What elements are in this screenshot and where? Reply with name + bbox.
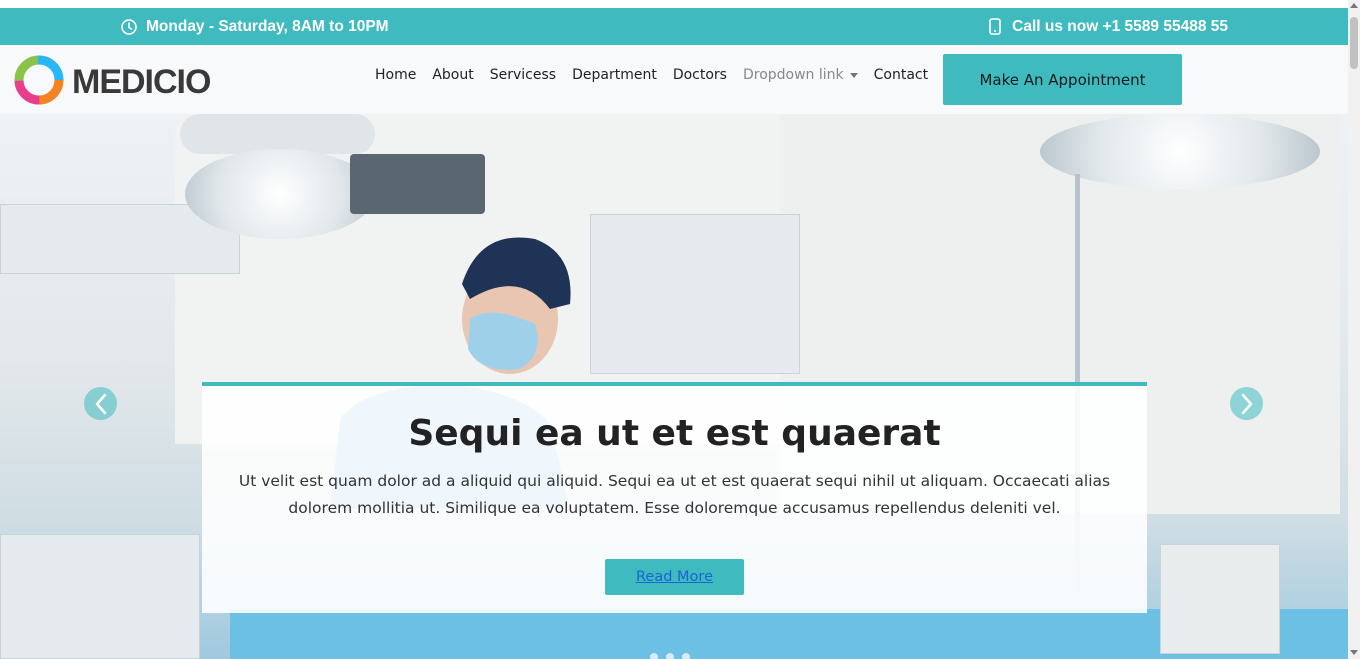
scroll-up-icon[interactable] bbox=[1350, 3, 1358, 8]
main-nav: Home About Servicess Department Doctors … bbox=[367, 45, 936, 105]
hero-bg-equipment bbox=[590, 214, 800, 374]
nav-department[interactable]: Department bbox=[564, 67, 665, 83]
opening-hours-text: Monday - Saturday, 8AM to 10PM bbox=[146, 17, 389, 35]
logo-text: MEDICIO bbox=[72, 63, 211, 101]
make-appointment-button[interactable]: Make An Appointment bbox=[943, 54, 1182, 105]
hero-text: Ut velit est quam dolor ad a aliquid qui… bbox=[238, 472, 1111, 517]
hero-bg-monitor bbox=[350, 154, 485, 214]
hero-title: Sequi ea ut et est quaerat bbox=[408, 413, 941, 454]
hero-bg-machine bbox=[0, 534, 200, 659]
logo-ring-icon bbox=[12, 53, 66, 112]
caret-down-icon bbox=[849, 72, 858, 78]
phone-icon bbox=[989, 18, 1001, 35]
scroll-down-icon[interactable] bbox=[1350, 650, 1358, 655]
page-scrollbar[interactable] bbox=[1348, 0, 1360, 659]
nav-home[interactable]: Home bbox=[367, 67, 424, 83]
read-more-button[interactable]: Read More bbox=[605, 559, 744, 595]
scrollbar-thumb[interactable] bbox=[1350, 17, 1358, 69]
nav-about[interactable]: About bbox=[424, 67, 481, 83]
nav-contact[interactable]: Contact bbox=[866, 67, 936, 83]
carousel-next-button[interactable] bbox=[1230, 387, 1263, 420]
chevron-left-icon bbox=[94, 393, 108, 415]
carousel-indicators bbox=[650, 653, 690, 659]
carousel-prev-button[interactable] bbox=[84, 387, 117, 420]
carousel-indicator[interactable] bbox=[666, 653, 674, 659]
hero-bg-waste-bin bbox=[1160, 544, 1280, 654]
hero-caption-box: Sequi ea ut et est quaerat Ut velit est … bbox=[202, 382, 1147, 613]
opening-hours: Monday - Saturday, 8AM to 10PM bbox=[121, 8, 389, 45]
nav-doctors[interactable]: Doctors bbox=[665, 67, 735, 83]
site-logo[interactable]: MEDICIO bbox=[12, 53, 211, 112]
clock-icon bbox=[121, 18, 137, 35]
carousel-indicator[interactable] bbox=[682, 653, 690, 659]
hero-bg-lamp-arm bbox=[180, 114, 375, 154]
phone-contact: Call us now +1 5589 55488 55 bbox=[989, 8, 1228, 45]
carousel-indicator[interactable] bbox=[650, 653, 658, 659]
site-header: MEDICIO Home About Servicess Department … bbox=[0, 45, 1348, 114]
nav-dropdown-label: Dropdown link bbox=[742, 67, 844, 83]
chevron-right-icon bbox=[1240, 393, 1254, 415]
browser-top-gap bbox=[0, 0, 1348, 8]
nav-dropdown[interactable]: Dropdown link bbox=[735, 67, 866, 83]
top-info-bar: Monday - Saturday, 8AM to 10PM Call us n… bbox=[0, 8, 1348, 45]
nav-services[interactable]: Servicess bbox=[482, 67, 564, 83]
hero-bg-surgical-lamp-right bbox=[1040, 114, 1320, 189]
phone-text[interactable]: Call us now +1 5589 55488 55 bbox=[1012, 18, 1228, 36]
